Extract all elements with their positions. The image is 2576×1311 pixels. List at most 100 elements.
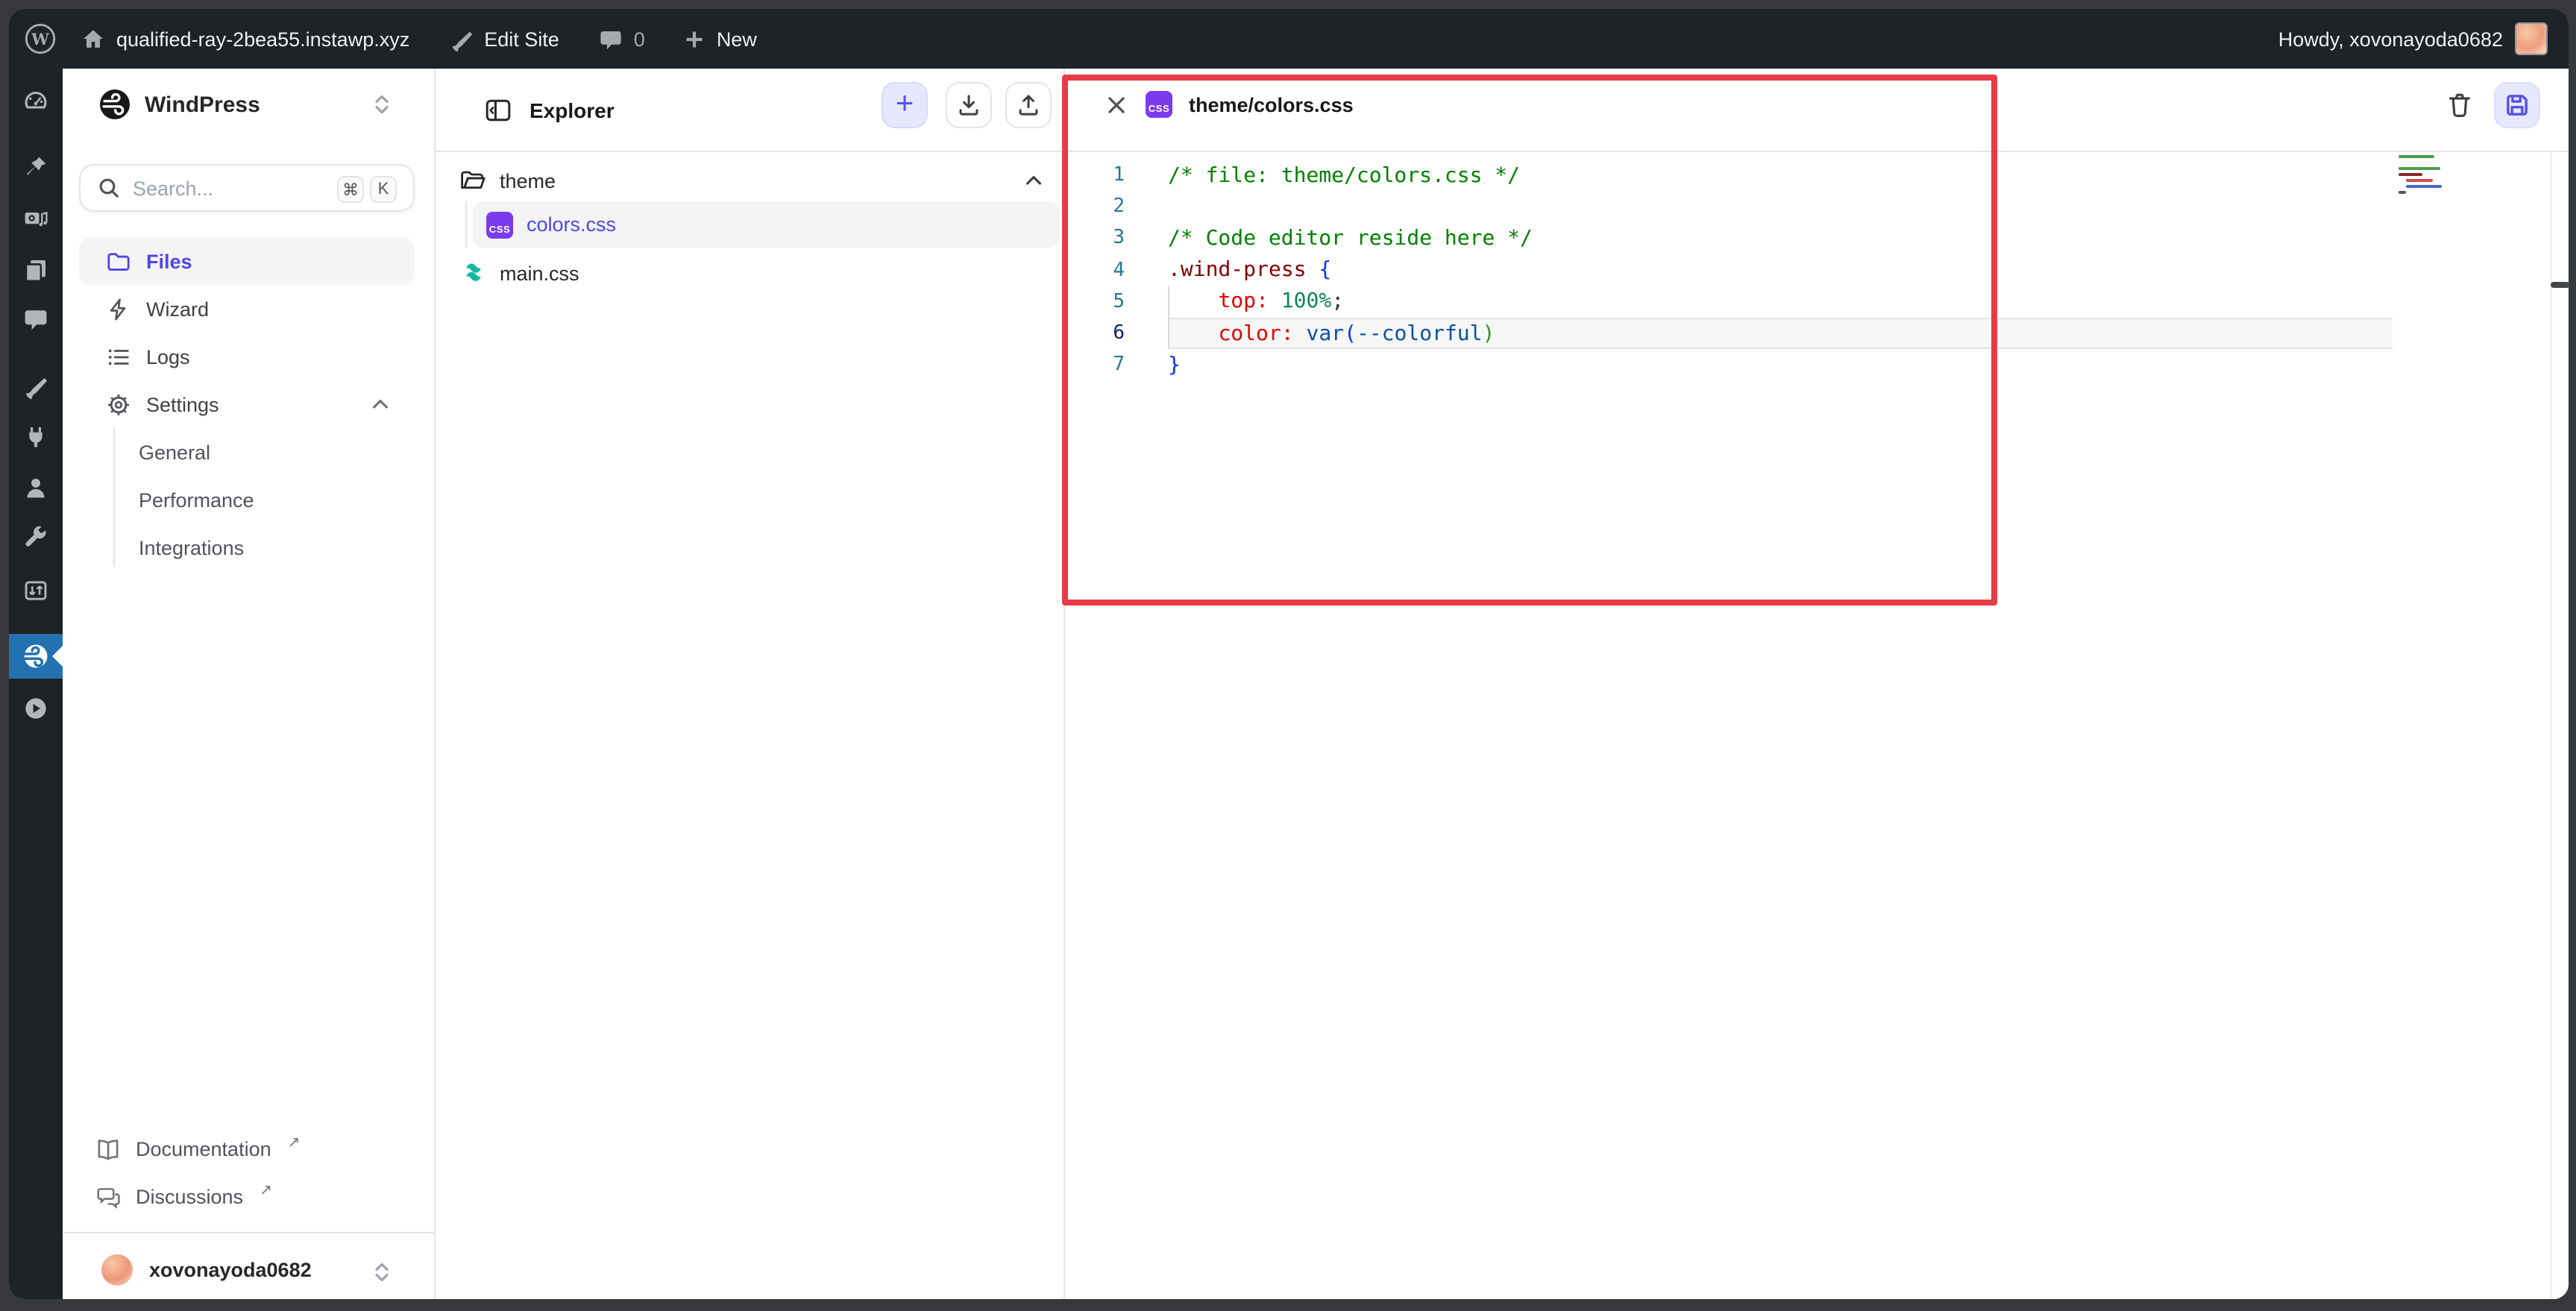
plus-icon bbox=[684, 28, 706, 50]
book-icon bbox=[95, 1136, 121, 1162]
file-label: colors.css bbox=[527, 213, 616, 236]
upload-icon bbox=[1016, 92, 1041, 118]
new-menu[interactable]: New bbox=[684, 28, 757, 50]
documentation-link[interactable]: Documentation ↗ bbox=[95, 1136, 300, 1162]
user-name: xovonayoda0682 bbox=[149, 1259, 312, 1281]
delete-file-button[interactable] bbox=[2445, 89, 2475, 119]
external-link-icon: ↗ bbox=[260, 1183, 272, 1199]
windpress-sidebar: WindPress Search... ⌘ K bbox=[63, 69, 436, 1299]
file-explorer: Explorer + bbox=[436, 69, 1065, 1299]
brush-icon bbox=[448, 26, 474, 51]
howdy-text: Howdy, xovonayoda0682 bbox=[2278, 28, 2503, 50]
list-icon bbox=[106, 344, 131, 369]
sidebar-item-logs[interactable]: Logs bbox=[79, 333, 415, 380]
divider bbox=[63, 1232, 434, 1233]
active-menu-arrow bbox=[52, 646, 63, 667]
download-button[interactable] bbox=[946, 82, 992, 128]
sidebar-item-label: Settings bbox=[146, 393, 219, 415]
sidebar-item-label: Logs bbox=[146, 345, 190, 368]
appearance-icon[interactable] bbox=[22, 373, 49, 400]
sidebar-subitem-general[interactable]: General bbox=[139, 434, 407, 470]
collapse-chevron-icon[interactable] bbox=[1023, 170, 1044, 191]
search-input[interactable]: Search... ⌘ K bbox=[79, 164, 415, 212]
css-file-icon: CSS bbox=[486, 211, 513, 238]
sidebar-item-label: Files bbox=[146, 250, 192, 272]
lightning-icon bbox=[106, 296, 131, 321]
sidebar-subitem-integrations[interactable]: Integrations bbox=[139, 529, 407, 565]
link-label: Documentation bbox=[136, 1138, 271, 1160]
search-placeholder: Search... bbox=[133, 177, 213, 199]
new-label: New bbox=[717, 28, 757, 50]
file-label: main.css bbox=[500, 262, 579, 284]
account-menu[interactable]: Howdy, xovonayoda0682 bbox=[2278, 22, 2569, 55]
folder-open-icon bbox=[459, 167, 486, 194]
chevron-updown-icon[interactable] bbox=[370, 92, 394, 116]
windpress-logo-icon bbox=[98, 88, 131, 121]
folder-icon bbox=[106, 248, 131, 274]
avatar bbox=[2515, 22, 2548, 55]
submenu-indent-line bbox=[113, 428, 115, 567]
pages-icon[interactable] bbox=[22, 257, 49, 283]
explorer-title: Explorer bbox=[530, 98, 615, 122]
sidebar-item-wizard[interactable]: Wizard bbox=[79, 285, 415, 333]
avatar bbox=[101, 1254, 133, 1286]
gear-icon bbox=[106, 392, 131, 417]
scrollbar-track[interactable] bbox=[2551, 152, 2552, 1299]
chevron-up-icon bbox=[370, 394, 391, 415]
tree-indent-line bbox=[465, 201, 467, 248]
sidebar-item-label: Wizard bbox=[146, 298, 209, 320]
save-file-button[interactable] bbox=[2494, 82, 2540, 128]
add-file-button[interactable]: + bbox=[882, 82, 928, 128]
site-name: qualified-ray-2bea55.instawp.xyz bbox=[116, 28, 409, 50]
windpress-icon bbox=[21, 641, 51, 671]
sidebar-item-files[interactable]: Files bbox=[79, 237, 415, 285]
user-menu[interactable]: xovonayoda0682 bbox=[101, 1254, 312, 1286]
kbd-cmd: ⌘ bbox=[337, 176, 364, 203]
sidebar-item-windpress-active[interactable] bbox=[9, 634, 63, 679]
kbd-k: K bbox=[370, 176, 397, 203]
home-icon bbox=[81, 26, 106, 51]
play-circle-icon[interactable] bbox=[22, 695, 49, 722]
dashboard-icon[interactable] bbox=[22, 88, 49, 115]
plugins-icon[interactable] bbox=[22, 424, 49, 450]
editor-minimap[interactable] bbox=[2398, 155, 2458, 197]
panel-title: WindPress bbox=[145, 92, 260, 117]
panel-toggle-icon[interactable] bbox=[485, 97, 512, 124]
wp-admin-menu bbox=[9, 69, 63, 1299]
edit-site-label: Edit Site bbox=[484, 28, 559, 50]
edit-site-menu[interactable]: Edit Site bbox=[448, 26, 559, 51]
settings-icon[interactable] bbox=[22, 577, 49, 604]
screen: W qualified-ray-2bea55.instawp.xyz Edit … bbox=[0, 0, 2576, 1311]
tree-file-colors-css[interactable]: CSS colors.css bbox=[473, 201, 1059, 248]
comments-menu[interactable]: 0 bbox=[598, 26, 645, 51]
sidebar-item-settings[interactable]: Settings bbox=[79, 380, 415, 428]
tools-icon[interactable] bbox=[22, 525, 49, 552]
comments-icon[interactable] bbox=[22, 306, 49, 333]
media-icon[interactable] bbox=[22, 206, 49, 233]
link-label: Discussions bbox=[136, 1186, 243, 1208]
explorer-header: Explorer + bbox=[436, 69, 1064, 152]
upload-button[interactable] bbox=[1005, 82, 1052, 128]
sidebar-subitem-performance[interactable]: Performance bbox=[139, 482, 407, 518]
annotation-rectangle bbox=[1062, 75, 1997, 606]
wordpress-logo-icon[interactable]: W bbox=[24, 22, 57, 55]
scrollbar-thumb[interactable] bbox=[2551, 282, 2570, 288]
tree-folder-theme[interactable]: theme bbox=[459, 163, 556, 198]
external-link-icon: ↗ bbox=[288, 1135, 301, 1151]
download-icon bbox=[956, 92, 981, 118]
tailwind-icon bbox=[459, 260, 486, 286]
folder-label: theme bbox=[500, 169, 556, 192]
discussions-link[interactable]: Discussions ↗ bbox=[95, 1184, 272, 1210]
posts-pin-icon[interactable] bbox=[22, 154, 49, 180]
tree-file-main-css[interactable]: main.css bbox=[459, 255, 579, 291]
chat-bubbles-icon bbox=[95, 1184, 121, 1210]
comments-count: 0 bbox=[634, 28, 645, 50]
site-menu[interactable]: qualified-ray-2bea55.instawp.xyz bbox=[81, 26, 409, 51]
chevron-updown-icon[interactable] bbox=[370, 1260, 394, 1284]
users-icon[interactable] bbox=[22, 474, 49, 501]
save-icon bbox=[2503, 91, 2531, 119]
wp-admin-bar: W qualified-ray-2bea55.instawp.xyz Edit … bbox=[9, 9, 2569, 69]
plus-icon: + bbox=[896, 88, 914, 119]
svg-text:W: W bbox=[31, 30, 49, 48]
windpress-header[interactable]: WindPress bbox=[98, 88, 260, 121]
